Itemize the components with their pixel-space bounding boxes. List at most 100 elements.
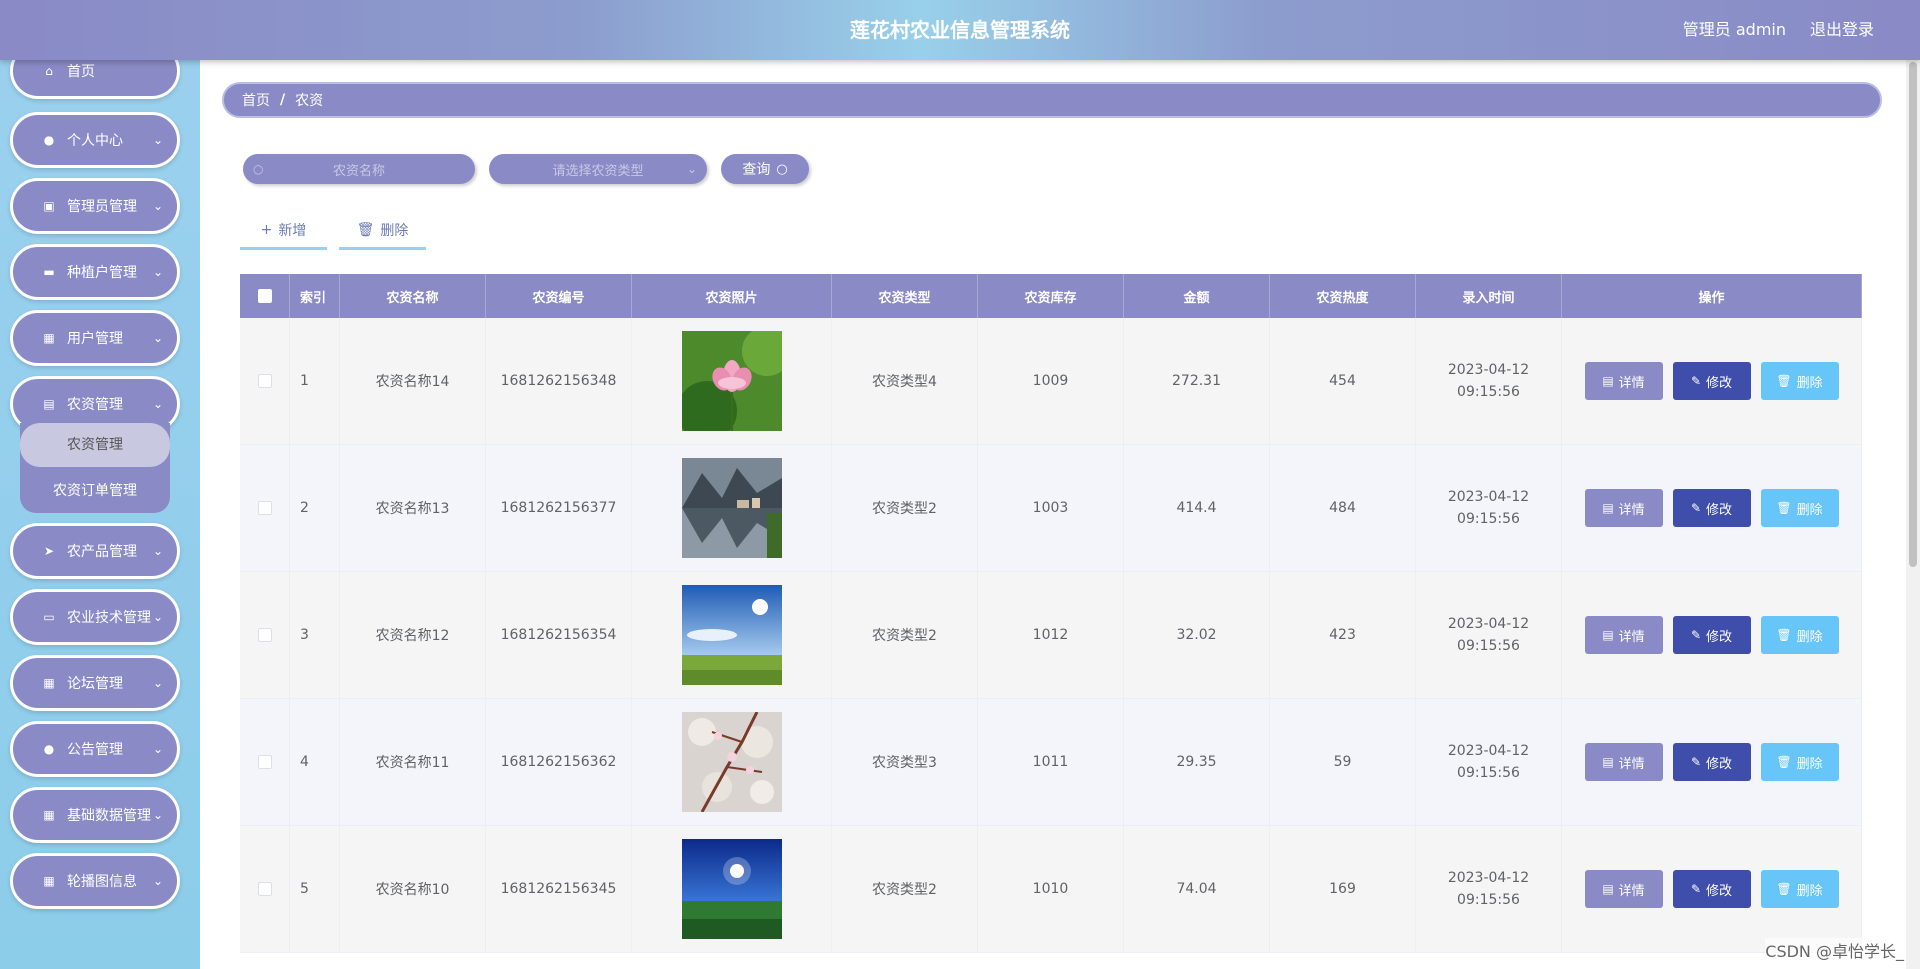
detail-button[interactable]: ▤ 详情 — [1584, 489, 1663, 527]
supply-name-search-input[interactable]: ○ 农资名称 — [243, 154, 475, 184]
type-cell: 农资类型2 — [832, 826, 978, 952]
photo-cell — [632, 572, 832, 698]
chevron-down-icon: ⌄ — [152, 808, 163, 822]
chevron-down-icon: ⌄ — [152, 133, 163, 147]
select-all-checkbox[interactable] — [257, 289, 272, 303]
search-icon: ○ — [253, 162, 264, 176]
scrollbar-thumb[interactable] — [1909, 62, 1917, 567]
sidebar-item-label: 农产品管理 — [67, 544, 137, 560]
submenu-item-supply-orders[interactable]: 农资订单管理 — [20, 470, 170, 512]
edit-button[interactable]: ✎ 修改 — [1672, 616, 1751, 654]
breadcrumb-current: 农资 — [295, 93, 324, 109]
grid-icon: ▦ — [43, 676, 55, 690]
edit-button[interactable]: ✎ 修改 — [1672, 362, 1751, 400]
column-header: 录入时间 — [1416, 274, 1562, 318]
sidebar-item-forum[interactable]: ▦ 论坛管理 ⌄ — [10, 655, 180, 711]
document-icon: ▤ — [1602, 501, 1614, 515]
row-checkbox[interactable] — [257, 374, 272, 388]
home-icon: ⌂ — [45, 64, 53, 78]
sidebar-item-products[interactable]: ➤ 农产品管理 ⌄ — [10, 523, 180, 579]
detail-button[interactable]: ▤ 详情 — [1584, 743, 1663, 781]
trash-icon: 🗑 — [1776, 755, 1792, 769]
document-icon: ▤ — [1602, 374, 1614, 388]
type-cell: 农资类型2 — [832, 572, 978, 698]
trash-icon: 🗑 — [1776, 882, 1792, 896]
sidebar-item-basedata[interactable]: ▦ 基础数据管理 ⌄ — [10, 787, 180, 843]
sidebar-item-home[interactable]: ⌂ 首页 — [10, 60, 180, 99]
table-row: 1 农资名称14 1681262156348 农资类型4 1009 272.31… — [240, 318, 1862, 445]
operation-cell: ▤ 详情 ✎ 修改 🗑 删除 — [1562, 699, 1862, 825]
row-checkbox[interactable] — [257, 755, 272, 769]
grid-icon: ▦ — [43, 874, 55, 888]
heat-cell: 169 — [1270, 826, 1416, 952]
chevron-down-icon: ⌄ — [152, 331, 163, 345]
plus-icon: + — [260, 221, 273, 238]
row-checkbox[interactable] — [257, 628, 272, 642]
submenu-item-supplies[interactable]: 农资管理 — [20, 423, 170, 467]
operation-cell: ▤ 详情 ✎ 修改 🗑 删除 — [1562, 572, 1862, 698]
sidebar-item-personal[interactable]: ● 个人中心 ⌄ — [10, 112, 180, 168]
operation-cell: ▤ 详情 ✎ 修改 🗑 删除 — [1562, 826, 1862, 952]
chevron-down-icon: ⌄ — [152, 265, 163, 279]
monitor-icon: ▭ — [43, 610, 55, 624]
pencil-icon: ✎ — [1690, 755, 1702, 769]
edit-button[interactable]: ✎ 修改 — [1672, 743, 1751, 781]
delete-button[interactable]: 🗑 删除 — [1760, 743, 1839, 781]
index-cell: 4 — [290, 699, 340, 825]
chevron-down-icon: ⌄ — [152, 397, 163, 411]
edit-button[interactable]: ✎ 修改 — [1672, 870, 1751, 908]
detail-label: 详情 — [1618, 375, 1645, 391]
heat-cell: 423 — [1270, 572, 1416, 698]
batch-delete-button[interactable]: 🗑 删除 — [339, 212, 426, 250]
add-button[interactable]: + 新增 — [240, 212, 327, 250]
sidebar-item-users[interactable]: ▦ 用户管理 ⌄ — [10, 310, 180, 366]
detail-button[interactable]: ▤ 详情 — [1584, 870, 1663, 908]
row-checkbox[interactable] — [257, 501, 272, 515]
row-checkbox[interactable] — [257, 882, 272, 896]
sidebar-item-tech[interactable]: ▭ 农业技术管理 ⌄ — [10, 589, 180, 645]
document-icon: ▤ — [1602, 628, 1614, 642]
grid-icon: ▦ — [43, 331, 55, 345]
breadcrumb-home[interactable]: 首页 — [242, 90, 270, 110]
chevron-down-icon: ⌄ — [686, 162, 697, 176]
detail-button[interactable]: ▤ 详情 — [1584, 616, 1663, 654]
type-cell: 农资类型2 — [832, 445, 978, 571]
chevron-down-icon: ⌄ — [152, 742, 163, 756]
sidebar-item-label: 基础数据管理 — [67, 808, 151, 824]
sidebar-item-carousel[interactable]: ▦ 轮播图信息 ⌄ — [10, 853, 180, 909]
delete-button[interactable]: 🗑 删除 — [1760, 870, 1839, 908]
logout-link[interactable]: 退出登录 — [1810, 0, 1874, 60]
edit-button[interactable]: ✎ 修改 — [1672, 489, 1751, 527]
query-button[interactable]: 查询 ○ — [721, 154, 809, 184]
code-cell: 1681262156362 — [486, 699, 632, 825]
edit-label: 修改 — [1706, 756, 1733, 772]
chevron-down-icon: ⌄ — [152, 199, 163, 213]
document-icon: ▤ — [1602, 882, 1614, 896]
detail-label: 详情 — [1618, 756, 1645, 772]
sidebar-item-grower[interactable]: ▬ 种植户管理 ⌄ — [10, 244, 180, 300]
send-icon: ➤ — [43, 544, 55, 558]
supply-type-select[interactable]: 请选择农资类型 ⌄ — [489, 154, 707, 184]
app-title: 莲花村农业信息管理系统 — [850, 18, 1070, 42]
row-select-cell — [240, 318, 290, 444]
chevron-down-icon: ⌄ — [152, 874, 163, 888]
trash-icon: 🗑 — [1776, 628, 1792, 642]
detail-label: 详情 — [1618, 883, 1645, 899]
page-scrollbar[interactable] — [1906, 60, 1920, 969]
chevron-down-icon: ⌄ — [152, 676, 163, 690]
sidebar-item-notice[interactable]: ● 公告管理 ⌄ — [10, 721, 180, 777]
time-cell: 2023-04-12 09:15:56 — [1416, 826, 1562, 952]
heat-cell: 454 — [1270, 318, 1416, 444]
column-header: 金额 — [1124, 274, 1270, 318]
table-row: 4 农资名称11 1681262156362 农资类型3 1011 29.35 … — [240, 699, 1862, 826]
delete-button[interactable]: 🗑 删除 — [1760, 362, 1839, 400]
sidebar-item-admin[interactable]: ▣ 管理员管理 ⌄ — [10, 178, 180, 234]
photo-cell — [632, 445, 832, 571]
sidebar-item-label: 管理员管理 — [67, 199, 137, 215]
pencil-icon: ✎ — [1690, 501, 1702, 515]
delete-button[interactable]: 🗑 删除 — [1760, 489, 1839, 527]
row-select-cell — [240, 572, 290, 698]
detail-button[interactable]: ▤ 详情 — [1584, 362, 1663, 400]
delete-button[interactable]: 🗑 删除 — [1760, 616, 1839, 654]
stock-cell: 1011 — [978, 699, 1124, 825]
